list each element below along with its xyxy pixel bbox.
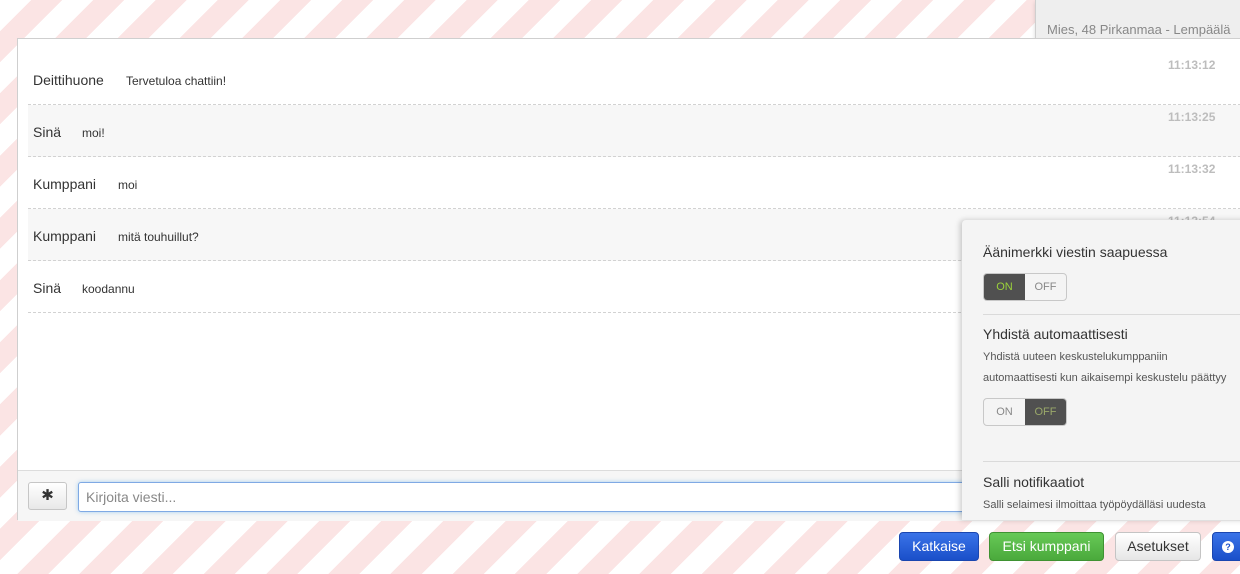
asterisk-icon: ✱ [41, 487, 54, 504]
help-button[interactable]: ? [1212, 532, 1240, 561]
message-row: Deittihuone Tervetuloa chattiin! 11:13:1… [28, 53, 1240, 105]
message-row: Kumppani moi 11:13:32 [28, 157, 1240, 209]
message-sender: Deittihuone [33, 72, 104, 88]
message-text: mitä touhuillut? [118, 230, 199, 244]
message-text: moi! [82, 126, 105, 140]
divider [983, 314, 1240, 315]
message-row: Sinä moi! 11:13:25 [28, 105, 1240, 157]
message-time: 11:13:25 [1168, 110, 1216, 124]
message-time: 11:13:32 [1168, 162, 1216, 176]
message-input[interactable] [78, 482, 1078, 512]
setting-sound: Äänimerkki viestin saapuessa ON OFF [983, 244, 1240, 301]
setting-title: Salli notifikaatiot [983, 474, 1085, 490]
auto-connect-toggle[interactable]: ON OFF [983, 398, 1067, 426]
settings-button[interactable]: Asetukset [1115, 532, 1201, 561]
message-sender: Kumppani [33, 176, 97, 192]
message-sender: Sinä [33, 124, 62, 140]
message-sender: Sinä [33, 280, 62, 296]
setting-description: Salli selaimesi ilmoittaa työpöydälläsi … [983, 499, 1206, 511]
message-time: 11:13:12 [1168, 58, 1216, 72]
toggle-off[interactable]: OFF [1025, 399, 1066, 425]
setting-notifications: Salli notifikaatiot Salli selaimesi ilmo… [983, 474, 1240, 516]
divider [983, 461, 1240, 462]
setting-description: Yhdistä uuteen keskustelukumppaniin [983, 351, 1168, 363]
settings-panel: Äänimerkki viestin saapuessa ON OFF Yhdi… [962, 220, 1240, 520]
message-text: moi [118, 178, 138, 192]
setting-auto-connect: Yhdistä automaattisesti Yhdistä uuteen k… [983, 326, 1240, 426]
disconnect-button[interactable]: Katkaise [899, 532, 979, 561]
setting-title: Yhdistä automaattisesti [983, 326, 1128, 342]
sound-toggle[interactable]: ON OFF [983, 273, 1067, 301]
setting-title: Äänimerkki viestin saapuessa [983, 244, 1168, 260]
toggle-on[interactable]: ON [984, 399, 1025, 425]
message-text: Tervetuloa chattiin! [126, 74, 227, 88]
find-partner-button[interactable]: Etsi kumppani [989, 532, 1104, 561]
toggle-off[interactable]: OFF [1025, 274, 1066, 300]
message-text: koodannu [82, 282, 135, 296]
toggle-on[interactable]: ON [984, 274, 1025, 300]
partner-info: Mies, 48 Pirkanmaa - Lempäälä [1047, 22, 1231, 37]
message-sender: Kumppani [33, 228, 97, 244]
setting-description: automaattisesti kun aikaisempi keskustel… [983, 372, 1227, 384]
emoji-button[interactable]: ✱ [28, 482, 67, 510]
help-icon: ? [1222, 541, 1234, 554]
